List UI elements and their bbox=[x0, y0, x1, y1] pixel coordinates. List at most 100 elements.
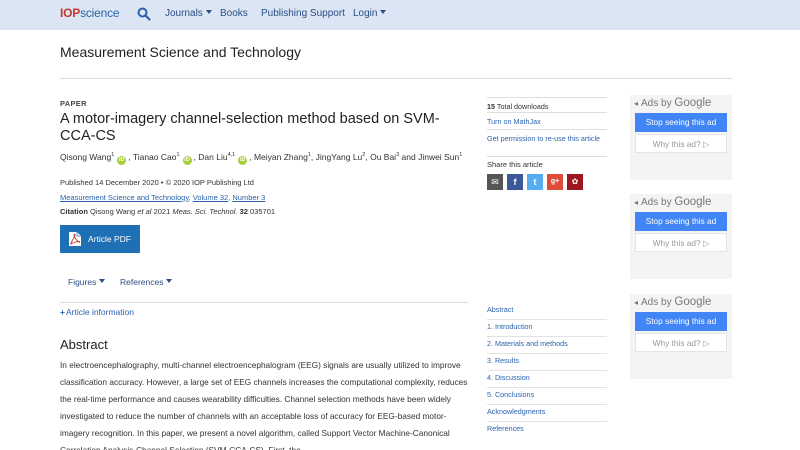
toc-item-results[interactable]: 3. Results bbox=[487, 356, 607, 371]
google-label: Google bbox=[674, 196, 712, 208]
stop-seeing-ad-button[interactable]: Stop seeing this ad bbox=[635, 113, 727, 132]
author-affiliation-sup: 1 bbox=[176, 152, 180, 158]
toc-item-references[interactable]: References bbox=[487, 424, 607, 438]
tab-figures[interactable]: Figures bbox=[68, 277, 106, 287]
author-name[interactable]: Qisong Wang bbox=[60, 152, 111, 162]
ads-by-google[interactable]: ◂ Ads by Google bbox=[634, 196, 711, 208]
twitter-icon[interactable]: t bbox=[527, 174, 543, 190]
twitter-glyph: t bbox=[533, 177, 537, 187]
why-this-ad-button[interactable]: Why this ad? ▷ bbox=[635, 333, 727, 352]
why-this-ad-button[interactable]: Why this ad? ▷ bbox=[635, 233, 727, 252]
volume-link[interactable]: Volume 32 bbox=[193, 193, 228, 202]
citation-year: 2021 bbox=[153, 207, 171, 216]
article-information-toggle[interactable]: +Article information bbox=[60, 307, 134, 317]
author-name[interactable]: Tianao Cao bbox=[133, 152, 177, 162]
nav-login-menu[interactable]: Login bbox=[353, 8, 387, 19]
author-name[interactable]: Dan Liu bbox=[198, 152, 227, 162]
nav-login-label: Login bbox=[353, 8, 378, 19]
author-affiliation-sup: 1 bbox=[459, 152, 463, 158]
google-plus-glyph: g+ bbox=[550, 178, 560, 185]
toc-item-materials[interactable]: 2. Materials and methods bbox=[487, 339, 607, 354]
toc-item-label: References bbox=[487, 424, 524, 433]
ads-by-label: Ads by bbox=[641, 297, 672, 308]
ads-by-label: Ads by bbox=[641, 98, 672, 109]
published-date: Published 14 December 2020 • © 2020 IOP … bbox=[60, 178, 254, 187]
author-name[interactable]: Meiyan Zhang bbox=[254, 152, 308, 162]
permission-link[interactable]: Get permission to re-use this article bbox=[487, 134, 600, 143]
facebook-icon[interactable]: f bbox=[507, 174, 523, 190]
google-label: Google bbox=[674, 97, 712, 109]
toc-item-label: Abstract bbox=[487, 305, 514, 314]
author-affiliation-sup: 1 bbox=[307, 152, 311, 158]
toc-item-label: 2. Materials and methods bbox=[487, 339, 568, 348]
ads-by-google[interactable]: ◂ Ads by Google bbox=[634, 97, 711, 109]
email-glyph: ✉ bbox=[491, 177, 499, 187]
author-affiliation-sup: 4,1 bbox=[227, 152, 236, 158]
citation-label: Citation bbox=[60, 207, 88, 216]
journal-title-link[interactable]: Measurement Science and Technology bbox=[60, 44, 301, 60]
article-type-label: PAPER bbox=[60, 99, 87, 108]
plus-icon: + bbox=[60, 307, 65, 317]
ad-block: ◂ Ads by Google Stop seeing this ad Why t… bbox=[630, 95, 732, 180]
toc-item-acknowledgments[interactable]: Acknowledgments bbox=[487, 407, 607, 422]
ad-block: ◂ Ads by Google Stop seeing this ad Why t… bbox=[630, 194, 732, 279]
mathjax-toggle-link[interactable]: Turn on MathJax bbox=[487, 117, 541, 126]
journal-link[interactable]: Measurement Science and Technology bbox=[60, 193, 189, 202]
back-arrow-icon: ◂ bbox=[634, 99, 639, 108]
search-icon[interactable] bbox=[137, 7, 151, 21]
orcid-icon[interactable]: iD bbox=[182, 156, 192, 165]
citation-volume: 32 bbox=[239, 207, 248, 216]
toc-item-conclusions[interactable]: 5. Conclusions bbox=[487, 390, 607, 405]
logo-iop-text: IOP bbox=[60, 6, 81, 20]
why-this-ad-button[interactable]: Why this ad? ▷ bbox=[635, 134, 727, 153]
mendeley-icon[interactable]: ✿ bbox=[567, 174, 583, 190]
stop-seeing-ad-button[interactable]: Stop seeing this ad bbox=[635, 312, 727, 331]
toc-item-label: 4. Discussion bbox=[487, 373, 530, 382]
toc-item-abstract[interactable]: Abstract bbox=[487, 305, 607, 320]
nav-publishing-support-link[interactable]: Publishing Support bbox=[261, 8, 345, 19]
toc-item-introduction[interactable]: 1. Introduction bbox=[487, 322, 607, 337]
share-divider bbox=[487, 156, 607, 158]
google-label: Google bbox=[674, 296, 712, 308]
ads-by-google[interactable]: ◂ Ads by Google bbox=[634, 296, 711, 308]
orcid-icon[interactable]: iD bbox=[117, 156, 127, 165]
top-navigation-bar: IOPscience Journals Books Publishing Sup… bbox=[0, 0, 800, 30]
nav-books-link[interactable]: Books bbox=[220, 8, 248, 19]
orcid-icon[interactable]: iD bbox=[238, 156, 248, 165]
article-pdf-button[interactable]: Article PDF bbox=[60, 225, 140, 253]
why-this-ad-label: Why this ad? bbox=[652, 139, 701, 149]
facebook-glyph: f bbox=[513, 177, 517, 187]
nav-journals-label: Journals bbox=[165, 8, 203, 19]
google-plus-icon[interactable]: g+ bbox=[547, 174, 563, 190]
ad-block: ◂ Ads by Google Stop seeing this ad Why t… bbox=[630, 294, 732, 379]
toc-item-discussion[interactable]: 4. Discussion bbox=[487, 373, 607, 388]
article-information-label: Article information bbox=[65, 307, 134, 317]
author-name[interactable]: JingYang Lu bbox=[316, 152, 363, 162]
logo-science-text: science bbox=[80, 6, 120, 20]
why-this-ad-label: Why this ad? bbox=[652, 338, 701, 348]
iopscience-logo[interactable]: IOPscience bbox=[60, 6, 120, 20]
citation-etal: et al bbox=[137, 207, 152, 216]
stop-seeing-ad-button[interactable]: Stop seeing this ad bbox=[635, 212, 727, 231]
toc-item-label: 5. Conclusions bbox=[487, 390, 535, 399]
chevron-down-icon bbox=[99, 279, 106, 283]
tab-references[interactable]: References bbox=[120, 277, 173, 287]
mendeley-glyph: ✿ bbox=[571, 177, 579, 186]
abstract-text: In electroencephalography, multi-channel… bbox=[60, 360, 468, 450]
info-arrow-icon: ▷ bbox=[702, 238, 710, 248]
citation-line: Citation Qisong Wang et al 2021 Meas. Sc… bbox=[60, 207, 275, 216]
pdf-icon bbox=[69, 232, 81, 246]
email-icon[interactable]: ✉ bbox=[487, 174, 503, 190]
citation-number: 035701 bbox=[250, 207, 276, 216]
author-conjunction: and bbox=[401, 152, 416, 162]
author-name[interactable]: Ou Bai bbox=[370, 152, 396, 162]
tabs-divider bbox=[60, 302, 468, 303]
header-divider bbox=[60, 78, 732, 79]
number-link[interactable]: Number 3 bbox=[232, 193, 265, 202]
toc-item-label: 3. Results bbox=[487, 356, 519, 365]
nav-journals-menu[interactable]: Journals bbox=[165, 8, 212, 19]
mathjax-row: Turn on MathJax bbox=[487, 112, 607, 127]
back-arrow-icon: ◂ bbox=[634, 198, 639, 207]
citation-journal: Meas. Sci. Technol. bbox=[172, 207, 238, 216]
author-name[interactable]: Jinwei Sun bbox=[418, 152, 459, 162]
